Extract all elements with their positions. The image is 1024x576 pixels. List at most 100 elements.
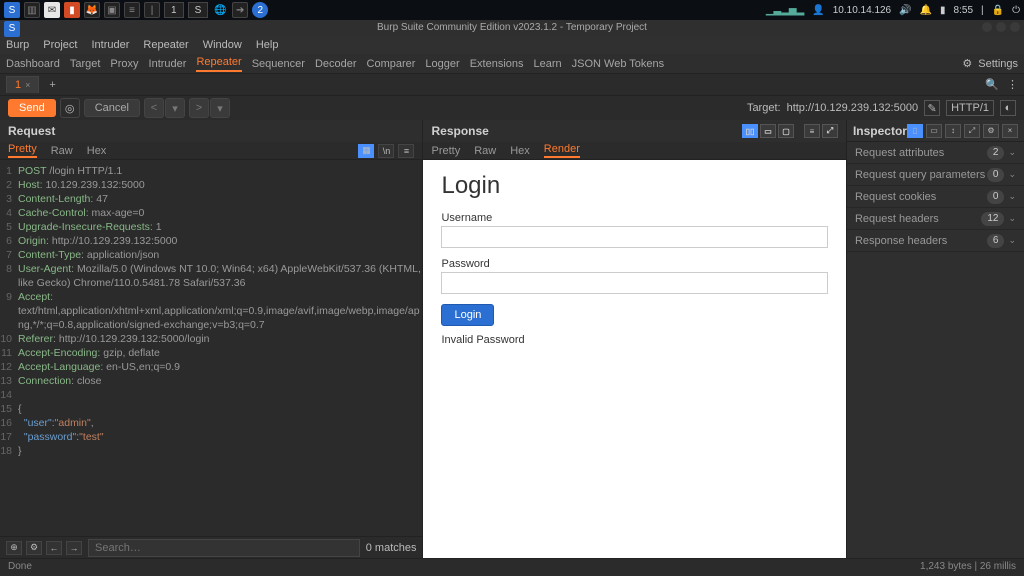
- request-tab-raw[interactable]: Raw: [51, 145, 73, 157]
- app-icon-2[interactable]: ▮: [64, 2, 80, 18]
- tab-logger[interactable]: Logger: [425, 58, 459, 70]
- history-back-icon[interactable]: <: [144, 98, 164, 118]
- inspector-row[interactable]: Request query parameters0⌄: [847, 164, 1024, 186]
- username-field[interactable]: [441, 226, 827, 248]
- settings-label[interactable]: Settings: [978, 58, 1018, 70]
- lock-icon[interactable]: 🔒: [992, 5, 1004, 16]
- tab-comparer[interactable]: Comparer: [367, 58, 416, 70]
- request-search-bar: ⊕ ⚙ ← → 0 matches: [0, 536, 422, 558]
- request-tab-hex[interactable]: Hex: [87, 145, 107, 157]
- menu-repeater[interactable]: Repeater: [143, 39, 188, 51]
- request-editor[interactable]: 1POST /login HTTP/1.12Host: 10.129.239.1…: [0, 160, 422, 536]
- files-icon[interactable]: ▥: [24, 2, 40, 18]
- repeater-tab-1[interactable]: 1×: [6, 76, 39, 93]
- inspector-row[interactable]: Request cookies0⌄: [847, 186, 1024, 208]
- insp-expand-icon[interactable]: ⤢: [964, 124, 980, 138]
- insp-sort-icon[interactable]: ↕: [945, 124, 961, 138]
- menu-icon[interactable]: ≡: [398, 144, 414, 158]
- send-button[interactable]: Send: [8, 99, 56, 117]
- clock-time: 8:55: [954, 5, 973, 16]
- layout-icon[interactable]: ▦: [358, 144, 374, 158]
- tab-repeater[interactable]: Repeater: [196, 56, 241, 72]
- status-bar: Done 1,243 bytes | 26 millis: [0, 558, 1024, 574]
- power-icon[interactable]: ⏻: [1012, 5, 1020, 16]
- layout-tab-icon[interactable]: ▢: [778, 124, 794, 138]
- menu-window[interactable]: Window: [203, 39, 242, 51]
- layout-row-icon[interactable]: ▭: [760, 124, 776, 138]
- globe-icon[interactable]: 🌐: [212, 2, 228, 18]
- menu-icon[interactable]: ≡: [804, 124, 820, 138]
- insp-gear-icon[interactable]: ⚙: [983, 124, 999, 138]
- task-tab-2[interactable]: S: [188, 2, 209, 18]
- menu-burp[interactable]: Burp: [6, 39, 29, 51]
- close-icon[interactable]: [1010, 22, 1020, 32]
- search-options-icon[interactable]: ⊕: [6, 541, 22, 555]
- tab-sequencer[interactable]: Sequencer: [252, 58, 305, 70]
- edit-target-icon[interactable]: ✎: [924, 100, 940, 116]
- menu-help[interactable]: Help: [256, 39, 279, 51]
- volume-icon[interactable]: 🔊: [899, 5, 911, 16]
- add-tab-button[interactable]: +: [43, 79, 61, 91]
- search-input[interactable]: [88, 539, 360, 557]
- tab-json-web-tokens[interactable]: JSON Web Tokens: [572, 58, 665, 70]
- cancel-button[interactable]: Cancel: [84, 99, 140, 117]
- bell-icon[interactable]: 🔔: [920, 5, 932, 16]
- protocol-options-icon[interactable]: ◐: [1000, 100, 1016, 116]
- notes-icon[interactable]: ≡: [124, 2, 140, 18]
- response-tab-pretty[interactable]: Pretty: [431, 145, 460, 157]
- divider-icon: |: [144, 2, 160, 18]
- repeater-tabs-row: 1× + 🔍 ⋮: [0, 74, 1024, 96]
- firefox-icon[interactable]: 🦊: [84, 2, 100, 18]
- tab-intruder[interactable]: Intruder: [149, 58, 187, 70]
- menu-intruder[interactable]: Intruder: [92, 39, 130, 51]
- layout-col-icon[interactable]: ▯▯: [742, 124, 758, 138]
- tab-learn[interactable]: Learn: [534, 58, 562, 70]
- tab-proxy[interactable]: Proxy: [110, 58, 138, 70]
- task-tab-1[interactable]: 1: [164, 2, 184, 18]
- menu-project[interactable]: Project: [43, 39, 77, 51]
- user-icon[interactable]: 👤: [812, 5, 824, 16]
- gear-icon[interactable]: ⚙: [962, 57, 972, 70]
- maximize-icon[interactable]: [996, 22, 1006, 32]
- kebab-icon[interactable]: ⋮: [1007, 78, 1018, 91]
- error-message: Invalid Password: [441, 334, 827, 346]
- search-next-icon[interactable]: →: [66, 541, 82, 555]
- tab-extensions[interactable]: Extensions: [470, 58, 524, 70]
- login-button[interactable]: Login: [441, 304, 494, 326]
- search-prev-icon[interactable]: ←: [46, 541, 62, 555]
- search-icon[interactable]: 🔍: [985, 78, 999, 91]
- minimize-icon[interactable]: [982, 22, 992, 32]
- target-label: Target:: [747, 102, 781, 114]
- inspector-row[interactable]: Request headers12⌄: [847, 208, 1024, 230]
- tab-dashboard[interactable]: Dashboard: [6, 58, 60, 70]
- insp-layout-icon[interactable]: ▯: [907, 124, 923, 138]
- arrow-icon[interactable]: ➔: [232, 2, 248, 18]
- mail-icon[interactable]: ✉: [44, 2, 60, 18]
- insp-layout2-icon[interactable]: ▭: [926, 124, 942, 138]
- history-fwd-icon[interactable]: >: [189, 98, 209, 118]
- response-tab-hex[interactable]: Hex: [510, 145, 530, 157]
- battery-icon[interactable]: ▮: [940, 5, 946, 16]
- tab-target[interactable]: Target: [70, 58, 101, 70]
- response-render: Login Username Password Login Invalid Pa…: [423, 160, 845, 558]
- response-tab-render[interactable]: Render: [544, 143, 580, 158]
- protocol-toggle[interactable]: HTTP/1: [946, 100, 994, 116]
- password-field[interactable]: [441, 272, 827, 294]
- tab-decoder[interactable]: Decoder: [315, 58, 357, 70]
- insp-close-icon[interactable]: ×: [1002, 124, 1018, 138]
- inspector-row[interactable]: Request attributes2⌄: [847, 142, 1024, 164]
- history-back-dropdown-icon[interactable]: ▾: [165, 98, 185, 118]
- send-options-icon[interactable]: ◎: [60, 98, 80, 118]
- app-icon[interactable]: S: [4, 2, 20, 18]
- response-tab-raw[interactable]: Raw: [474, 145, 496, 157]
- request-tab-pretty[interactable]: Pretty: [8, 143, 37, 158]
- inspector-row[interactable]: Response headers6⌄: [847, 230, 1024, 252]
- close-tab-icon[interactable]: ×: [25, 80, 30, 90]
- expand-icon[interactable]: ⤢: [822, 124, 838, 138]
- terminal-icon[interactable]: ▣: [104, 2, 120, 18]
- history-fwd-dropdown-icon[interactable]: ▾: [210, 98, 230, 118]
- window-titlebar: S Burp Suite Community Edition v2023.1.2…: [0, 20, 1024, 36]
- wrap-icon[interactable]: \n: [378, 144, 394, 158]
- search-gear-icon[interactable]: ⚙: [26, 541, 42, 555]
- target-value: http://10.129.239.132:5000: [787, 102, 919, 114]
